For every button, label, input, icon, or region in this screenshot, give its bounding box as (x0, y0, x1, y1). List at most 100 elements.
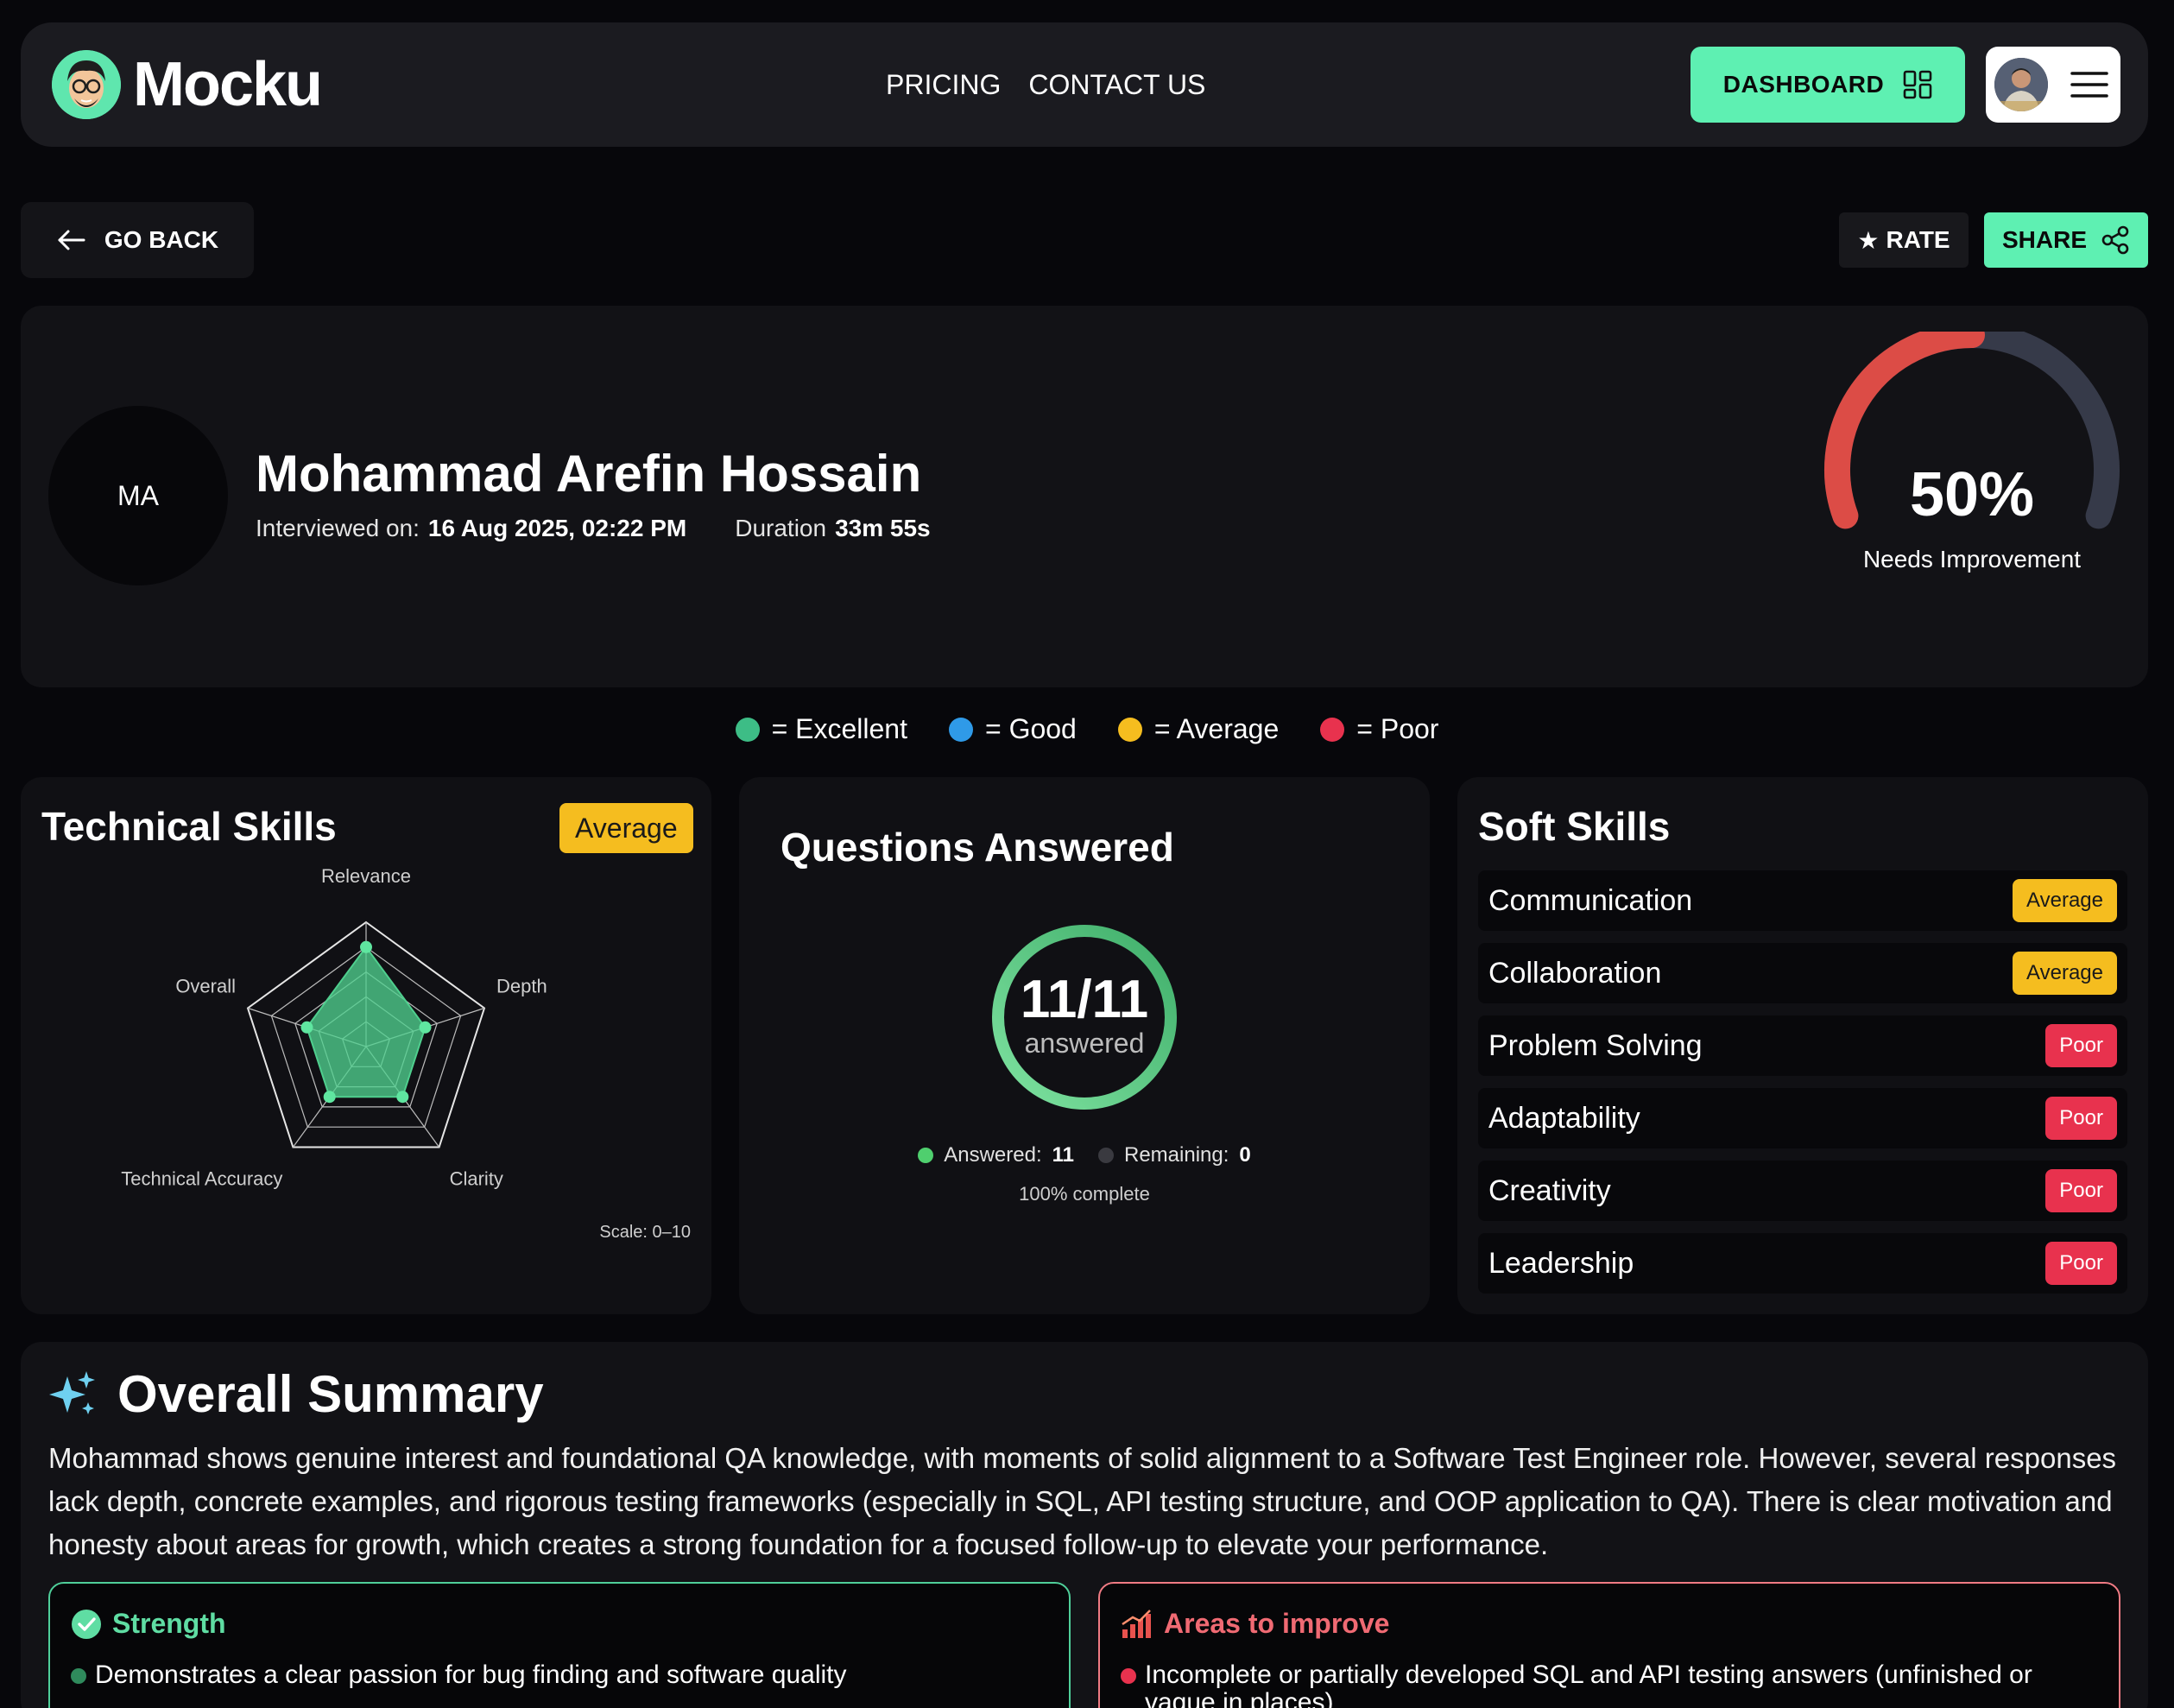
radar-scale-note: Scale: 0–10 (599, 1223, 691, 1242)
user-avatar (1994, 58, 2048, 111)
radar-axis-label: Clarity (450, 1168, 503, 1190)
answered-stat: Answered: 11 (918, 1143, 1074, 1167)
legend-dot-excellent (735, 717, 760, 742)
legend-average: = Average (1117, 713, 1280, 745)
interviewed-value: 16 Aug 2025, 02:22 PM (427, 515, 687, 541)
strength-item: Demonstrates a clear passion for bug fin… (71, 1661, 1046, 1689)
dashboard-button[interactable]: DASHBOARD (1691, 47, 1965, 123)
user-menu-button[interactable] (1986, 47, 2120, 123)
radar-axis-label: Relevance (321, 865, 411, 887)
questions-answered-card: Questions Answered 11/11 answered Answer… (739, 777, 1430, 1314)
check-circle-icon (72, 1609, 101, 1639)
soft-skill-label: Creativity (1488, 1173, 1611, 1207)
profile-name: Mohammad Arefin Hossain (256, 445, 922, 503)
strength-box: Strength Demonstrates a clear passion fo… (48, 1582, 1071, 1708)
improve-item: Incomplete or partially developed SQL an… (1121, 1661, 2096, 1708)
soft-skill-row: Problem Solving Poor (1478, 1015, 2127, 1076)
answered-label: Answered: (944, 1143, 1042, 1167)
star-icon: ★ (1857, 226, 1880, 254)
soft-skills-card: Soft Skills Communication Average Collab… (1457, 777, 2148, 1314)
profile-initials-avatar: MA (48, 406, 228, 585)
improve-item-text: Incomplete or partially developed SQL an… (1145, 1661, 2032, 1708)
legend-label: = Excellent (771, 713, 907, 744)
summary-title: Overall Summary (117, 1365, 544, 1423)
soft-skills-title: Soft Skills (1478, 804, 1671, 849)
summary-text: Mohammad shows genuine interest and foun… (48, 1442, 2117, 1560)
legend-dot-poor (1320, 717, 1345, 742)
soft-skill-badge: Average (2013, 879, 2117, 922)
remaining-dot (1098, 1148, 1114, 1163)
legend-poor: = Poor (1320, 713, 1438, 745)
answered-value: 11 (1052, 1143, 1074, 1167)
brand-logo[interactable]: Mocku (52, 49, 323, 120)
legend-label: = Good (984, 713, 1077, 744)
soft-skill-badge: Average (2013, 952, 2117, 995)
legend-label: = Poor (1356, 713, 1439, 744)
remaining-label: Remaining: (1124, 1143, 1229, 1167)
questions-value: 11/11 (1020, 970, 1149, 1029)
legend-good: = Good (948, 713, 1077, 745)
soft-skills-list: Communication Average Collaboration Aver… (1478, 870, 2127, 1306)
profile-meta: Interviewed on: 16 Aug 2025, 02:22 PM Du… (256, 515, 931, 542)
duration-value: 33m 55s (835, 515, 931, 541)
dashboard-label: DASHBOARD (1722, 71, 1885, 98)
nav-link-pricing[interactable]: PRICING (886, 69, 1001, 101)
rate-label: RATE (1886, 226, 1950, 253)
radar-axis-label: Technical Accuracy (121, 1168, 282, 1190)
strength-header: Strength (71, 1608, 226, 1640)
profile-card: MA Mohammad Arefin Hossain Interviewed o… (21, 306, 2148, 687)
strength-item-text: Demonstrates a clear passion for bug fin… (95, 1661, 847, 1689)
brand-avatar-icon (52, 50, 121, 119)
legend-dot-average (1117, 717, 1142, 742)
sparkles-icon (49, 1370, 95, 1414)
summary-header: Overall Summary (48, 1364, 544, 1424)
radar-axis-label: Depth (496, 976, 547, 997)
share-button[interactable]: SHARE (1984, 212, 2148, 268)
remaining-value: 0 (1239, 1143, 1251, 1167)
soft-skill-label: Leadership (1488, 1246, 1634, 1280)
radar-data-point (360, 940, 372, 953)
soft-skill-badge: Poor (2045, 1024, 2117, 1067)
arrow-left-icon (58, 230, 85, 250)
nav-links: PRICING CONTACT US (886, 22, 1205, 147)
soft-skill-label: Adaptability (1488, 1101, 1640, 1135)
go-back-button[interactable]: GO BACK (21, 202, 254, 278)
questions-sub: answered (1024, 1028, 1145, 1059)
soft-skill-label: Problem Solving (1488, 1028, 1703, 1062)
nav-link-contact[interactable]: CONTACT US (1028, 69, 1205, 101)
share-label: SHARE (2001, 226, 2087, 253)
radar-data-area (306, 946, 427, 1098)
bullet-icon (71, 1668, 86, 1684)
questions-complete: 100% complete (1019, 1183, 1150, 1205)
radar-data-point (300, 1021, 313, 1034)
score-value: 50% (1909, 460, 2035, 529)
hamburger-icon (2070, 72, 2108, 98)
technical-skills-card: Technical Skills Average Relevance Depth C… (21, 777, 711, 1314)
questions-answered-title: Questions Answered (780, 825, 1174, 870)
bullet-icon (1121, 1668, 1136, 1684)
rating-legend: = Excellent = Good = Average = Poor (0, 713, 2174, 745)
remaining-stat: Remaining: 0 (1098, 1143, 1251, 1167)
soft-skill-row: Creativity Poor (1478, 1161, 2127, 1221)
soft-skill-badge: Poor (2045, 1242, 2117, 1285)
soft-skill-label: Collaboration (1488, 956, 1662, 990)
improve-header: Areas to improve (1121, 1608, 1389, 1640)
rate-button[interactable]: ★ RATE (1839, 212, 1969, 268)
radar-axis-label: Overall (175, 976, 236, 997)
share-icon (2101, 225, 2129, 255)
soft-skill-row: Leadership Poor (1478, 1233, 2127, 1294)
go-back-label: GO BACK (104, 226, 219, 253)
answered-dot (918, 1148, 934, 1163)
questions-stats: Answered: 11 Remaining: 0 (739, 1143, 1430, 1167)
radar-data-point (419, 1021, 432, 1034)
legend-label: = Average (1153, 713, 1280, 744)
soft-skill-row: Communication Average (1478, 870, 2127, 931)
legend-dot-good (948, 717, 973, 742)
legend-excellent: = Excellent (735, 713, 907, 745)
score-gauge: 50% Needs Improvement (1808, 322, 2136, 572)
soft-skill-row: Adaptability Poor (1478, 1088, 2127, 1148)
overall-summary-card: Overall Summary Mohammad shows genuine i… (21, 1342, 2148, 1708)
score-status: Needs Improvement (1862, 546, 2082, 572)
radar-data-point (396, 1091, 409, 1104)
improve-title: Areas to improve (1164, 1608, 1390, 1639)
